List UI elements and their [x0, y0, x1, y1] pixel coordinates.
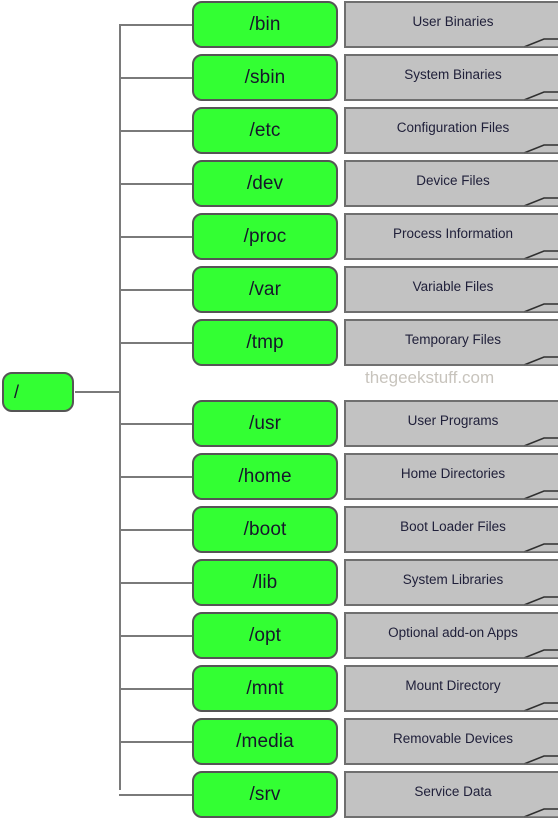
node-directory-label: /var: [248, 278, 282, 300]
note-description-label: Process Information: [392, 226, 514, 241]
note-fold-corner-icon: [523, 36, 558, 48]
note-fold-corner-icon: [523, 301, 558, 313]
tree-branch-line: [119, 475, 192, 478]
tree-branch-line: [119, 422, 192, 425]
note-description: Temporary Files: [344, 319, 558, 366]
tree-branch-line: [119, 528, 192, 531]
node-directory[interactable]: /media: [192, 718, 338, 765]
note-description-label: Service Data: [414, 784, 492, 799]
node-directory-label: /boot: [243, 518, 287, 540]
node-directory-label: /sbin: [244, 66, 286, 88]
note-description: Removable Devices: [344, 718, 558, 765]
note-description: Mount Directory: [344, 665, 558, 712]
note-description: Device Files: [344, 160, 558, 207]
node-directory-label: /home: [238, 465, 292, 487]
tree-branch-line: [119, 235, 192, 238]
node-directory-label: /media: [236, 730, 294, 752]
note-fold-corner-icon: [523, 647, 558, 659]
node-directory-label: /tmp: [246, 331, 284, 353]
note-description-label: Variable Files: [412, 279, 494, 294]
node-directory-label: /usr: [248, 412, 282, 434]
note-description-label: Mount Directory: [405, 678, 501, 693]
node-directory-label: /mnt: [246, 677, 284, 699]
note-fold-corner-icon: [523, 700, 558, 712]
node-directory[interactable]: /sbin: [192, 54, 338, 101]
node-root-label: /: [14, 381, 20, 402]
note-description: System Binaries: [344, 54, 558, 101]
note-description-label: Configuration Files: [396, 120, 510, 135]
note-description-label: Removable Devices: [392, 731, 514, 746]
note-fold-corner-icon: [523, 354, 558, 366]
tree-branch-line: [119, 76, 192, 79]
note-description-label: Temporary Files: [404, 332, 502, 347]
tree-branch-line: [119, 23, 192, 26]
note-fold-corner-icon: [523, 195, 558, 207]
note-description-label: Home Directories: [400, 466, 506, 481]
note-description-label: Device Files: [416, 173, 490, 188]
note-fold-corner-icon: [523, 806, 558, 818]
node-directory-label: /etc: [249, 119, 281, 141]
note-description: Optional add-on Apps: [344, 612, 558, 659]
node-directory-label: /opt: [248, 624, 282, 646]
note-description: Process Information: [344, 213, 558, 260]
tree-branch-line: [119, 687, 192, 690]
note-description: User Binaries: [344, 1, 558, 48]
node-directory[interactable]: /usr: [192, 400, 338, 447]
node-directory[interactable]: /var: [192, 266, 338, 313]
node-directory-label: /srv: [249, 783, 281, 805]
tree-trunk-line: [119, 24, 121, 790]
node-directory-label: /proc: [243, 225, 287, 247]
note-description-label: User Programs: [407, 413, 499, 428]
node-directory[interactable]: /dev: [192, 160, 338, 207]
tree-branch-line: [119, 129, 192, 132]
note-fold-corner-icon: [523, 142, 558, 154]
note-description: Configuration Files: [344, 107, 558, 154]
node-directory[interactable]: /mnt: [192, 665, 338, 712]
node-directory-label: /bin: [249, 13, 281, 35]
note-description: User Programs: [344, 400, 558, 447]
note-description-label: System Libraries: [402, 572, 504, 587]
node-directory[interactable]: /tmp: [192, 319, 338, 366]
node-directory-label: /dev: [246, 172, 284, 194]
note-description: Variable Files: [344, 266, 558, 313]
note-description-label: Optional add-on Apps: [388, 625, 518, 640]
note-description: System Libraries: [344, 559, 558, 606]
note-fold-corner-icon: [523, 594, 558, 606]
note-fold-corner-icon: [523, 89, 558, 101]
note-description: Boot Loader Files: [344, 506, 558, 553]
node-root[interactable]: /: [2, 372, 74, 412]
watermark: thegeekstuff.com: [365, 368, 495, 387]
node-directory-label: /lib: [252, 571, 278, 593]
note-fold-corner-icon: [523, 753, 558, 765]
node-directory[interactable]: /home: [192, 453, 338, 500]
tree-branch-line: [119, 740, 192, 743]
note-fold-corner-icon: [523, 248, 558, 260]
tree-branch-line: [119, 581, 192, 584]
tree-branch-line: [119, 793, 192, 796]
node-directory[interactable]: /srv: [192, 771, 338, 818]
note-description: Home Directories: [344, 453, 558, 500]
note-fold-corner-icon: [523, 435, 558, 447]
note-description-label: System Binaries: [404, 67, 502, 82]
note-fold-corner-icon: [523, 488, 558, 500]
note-description: Service Data: [344, 771, 558, 818]
node-directory[interactable]: /proc: [192, 213, 338, 260]
tree-branch-line: [119, 341, 192, 344]
node-directory[interactable]: /etc: [192, 107, 338, 154]
tree-branch-line: [119, 182, 192, 185]
tree-branch-line: [119, 288, 192, 291]
note-description-label: User Binaries: [412, 14, 494, 29]
note-fold-corner-icon: [523, 541, 558, 553]
node-directory[interactable]: /boot: [192, 506, 338, 553]
note-description-label: Boot Loader Files: [400, 519, 506, 534]
root-connector-line: [75, 391, 120, 393]
node-directory[interactable]: /lib: [192, 559, 338, 606]
tree-branch-line: [119, 634, 192, 637]
filesystem-hierarchy-diagram: / thegeekstuff.com /bin User Binaries/sbi…: [0, 0, 558, 818]
node-directory[interactable]: /opt: [192, 612, 338, 659]
node-directory[interactable]: /bin: [192, 1, 338, 48]
